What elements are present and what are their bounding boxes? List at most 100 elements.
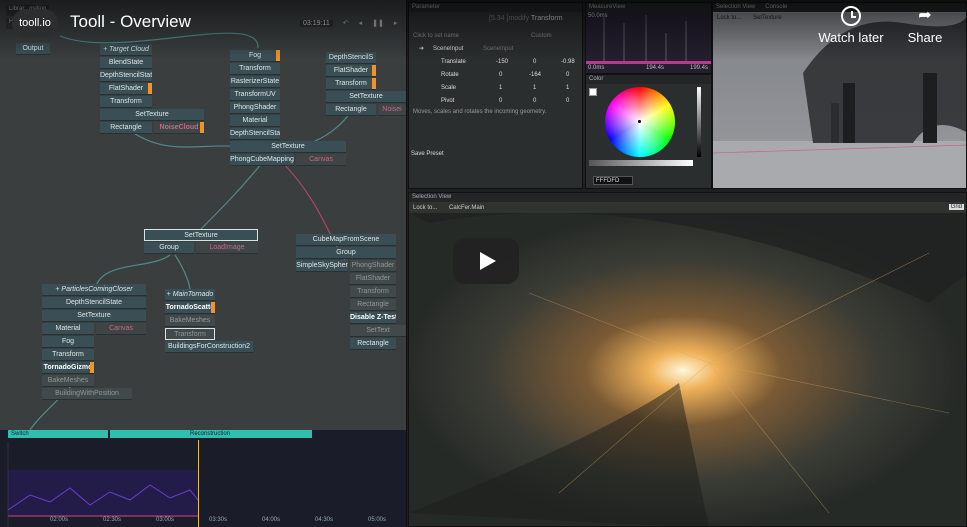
node-graph-canvas[interactable]: Librar.. osition Ho .. tain 03:19:11 ↶ ◂…	[0, 0, 407, 430]
node-flatshader[interactable]: FlatShader	[100, 83, 152, 95]
video-title[interactable]: Tooll - Overview	[70, 12, 191, 32]
alpha-slider[interactable]	[589, 160, 693, 166]
timeline-tick: 02:00s	[50, 517, 69, 523]
node-bakemeshes-2[interactable]: BakeMeshes	[165, 315, 215, 327]
node-rectangle-2[interactable]: Rectangle	[326, 104, 376, 116]
play-button[interactable]	[453, 238, 519, 284]
node-transform-6[interactable]: Transform	[165, 328, 215, 340]
color-wheel-cursor[interactable]	[638, 120, 641, 123]
share-button[interactable]: ➦ Share	[885, 6, 965, 45]
hex-color-input[interactable]: FFFDFD	[593, 176, 633, 185]
node-settext[interactable]: SetText	[350, 325, 406, 337]
parameter-row-rotate[interactable]: Rotate 0 -164 0	[411, 69, 581, 81]
parameter-panel: Parameter [5.34 ]modify Transform Click …	[408, 2, 583, 189]
node-phongshader-2[interactable]: PhongShader	[350, 260, 396, 272]
node-group-2[interactable]: Group	[296, 247, 396, 259]
channel-avatar[interactable]: tooll.io	[12, 9, 58, 37]
timeline-track-reconstruction[interactable]: Reconstruction	[110, 430, 312, 438]
node-material[interactable]: Material	[230, 115, 280, 127]
node-noise[interactable]: Noisei	[378, 104, 406, 116]
timeline-curve-area[interactable]	[0, 440, 407, 527]
timeline-tick: 04:00s	[262, 517, 281, 523]
timeline-playhead[interactable]	[198, 440, 199, 527]
node-blendstate[interactable]: BlendState	[100, 57, 152, 69]
color-picker-title: Color	[586, 75, 711, 84]
output-port[interactable]	[90, 362, 94, 373]
node-settexture-2[interactable]: SetTexture	[230, 141, 346, 153]
node-disable-ztest[interactable]: Disable Z-Test	[350, 312, 396, 324]
lock-checkbox[interactable]: Lock to...	[717, 15, 741, 21]
node-rasterizerstate[interactable]: RasterizerState	[230, 76, 280, 88]
node-transform-3[interactable]: Transform	[326, 78, 376, 90]
node-tornadoscatter[interactable]: TornadoScatte	[165, 302, 215, 314]
prev-frame-icon[interactable]: ◂	[359, 19, 363, 27]
node-buildingwithposition[interactable]: BuildingWithPosition	[42, 388, 132, 400]
node-rectangle-4[interactable]: Rectangle	[350, 338, 396, 350]
node-transform-5[interactable]: Transform	[42, 349, 94, 361]
node-canvas-2[interactable]: Canvas	[96, 323, 146, 335]
timecode-display[interactable]: 03:19:11	[300, 19, 333, 27]
node-settexture-4[interactable]: SetTexture	[42, 310, 146, 322]
node-depthstencilstate-2[interactable]: DepthStencilState	[230, 128, 280, 140]
output-port[interactable]	[211, 302, 215, 313]
node-loadimage[interactable]: LoadImage	[196, 242, 258, 254]
node-flatshader-2[interactable]: FlatShader	[326, 65, 376, 77]
output-port[interactable]	[372, 78, 376, 89]
node-simpleskysphere[interactable]: SimpleSkySpher	[296, 260, 348, 272]
node-transformuv[interactable]: TransformUV	[230, 89, 280, 101]
brightness-slider[interactable]	[697, 87, 701, 157]
node-buildingsforconstruction2[interactable]: BuildingsForConstruction2	[165, 341, 253, 353]
node-target-cloud[interactable]: + Target Cloud	[100, 44, 152, 56]
node-transform-2[interactable]: Transform	[230, 63, 280, 75]
parameter-row-pivot[interactable]: Pivot 0 0 0	[411, 95, 581, 107]
parameter-row-scale[interactable]: Scale 1 1 1	[411, 82, 581, 94]
node-depthstencilstate[interactable]: DepthStencilState	[100, 70, 152, 82]
node-group[interactable]: Group	[144, 242, 194, 254]
tab-console[interactable]: Console	[765, 4, 787, 10]
node-noisecloud[interactable]: NoiseCloud	[154, 122, 204, 134]
operator-name[interactable]: [5.34 ]modify Transform	[489, 15, 563, 22]
node-rectangle-3[interactable]: Rectangle	[350, 299, 396, 311]
parameter-row-input[interactable]: ➔ SceneInput SceneInput	[411, 43, 581, 55]
node-depthstencil-3[interactable]: DepthStencilS	[326, 52, 376, 64]
node-fog-2[interactable]: Fog	[42, 336, 94, 348]
rewind-icon[interactable]: ↶	[343, 19, 349, 27]
node-output[interactable]: Output	[16, 43, 50, 55]
node-bakemeshes[interactable]: BakeMeshes	[42, 375, 94, 387]
node-transform-4[interactable]: Transform	[350, 286, 396, 298]
node-cubemapfromscene[interactable]: CubeMapFromScene	[296, 234, 396, 246]
next-frame-icon[interactable]: ▸	[394, 19, 398, 27]
node-particlescomingcloser[interactable]: + ParticlesComingCloser	[42, 284, 146, 296]
timeline-track-switch[interactable]: Switch	[8, 430, 108, 438]
tab-selection-view[interactable]: Selection View	[716, 4, 755, 10]
node-fog[interactable]: Fog	[230, 50, 280, 62]
lock-checkbox[interactable]: Lock to...	[413, 205, 437, 211]
rename-hint[interactable]: Click to set name	[413, 33, 459, 39]
timeline-panel[interactable]: Switch Reconstruction 02:00s 02:30s 03:0…	[0, 430, 407, 527]
node-tornadogizmo[interactable]: TornadoGizmo	[42, 362, 94, 374]
node-maintornado[interactable]: + MainTornado	[165, 289, 215, 301]
save-preset-button[interactable]: Save Preset	[411, 151, 444, 157]
output-port[interactable]	[148, 83, 152, 94]
output-port[interactable]	[276, 50, 280, 61]
parameter-row-translate[interactable]: Translate -150 0 -0.98	[411, 56, 581, 68]
color-swatch[interactable]	[589, 88, 597, 96]
node-rectangle[interactable]: Rectangle	[100, 122, 152, 134]
node-depthstencilstate-4[interactable]: DepthStencilState	[42, 297, 146, 309]
node-settexture-3[interactable]: SetTexture	[326, 91, 406, 103]
output-port[interactable]	[200, 122, 204, 133]
node-settexture-selected[interactable]: SetTexture	[144, 229, 258, 241]
share-label: Share	[907, 30, 943, 45]
grid-toggle-button[interactable]: Grid	[948, 204, 964, 210]
node-flatshader-3[interactable]: FlatShader	[350, 273, 396, 285]
measure-max-label: 50.0ms	[588, 13, 608, 19]
node-phongshader[interactable]: PhongShader	[230, 102, 280, 114]
node-phongcubemapping[interactable]: PhongCubeMapping	[230, 154, 294, 166]
watch-later-button[interactable]: Watch later	[811, 6, 891, 45]
node-canvas[interactable]: Canvas	[296, 154, 346, 166]
node-settexture[interactable]: SetTexture	[100, 109, 204, 121]
output-port[interactable]	[372, 65, 376, 76]
node-transform[interactable]: Transform	[100, 96, 152, 108]
node-material-2[interactable]: Material	[42, 323, 94, 335]
pause-icon[interactable]: ❚❚	[372, 19, 384, 27]
